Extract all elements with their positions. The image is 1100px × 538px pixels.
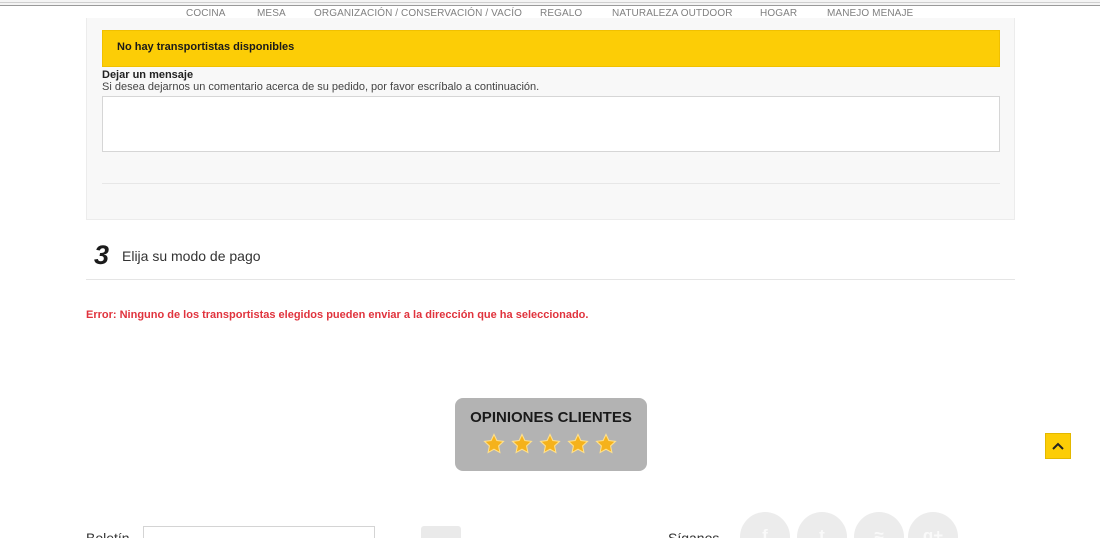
star-icon — [567, 433, 589, 454]
star-icon — [539, 433, 561, 454]
message-title: Dejar un mensaje — [102, 69, 194, 81]
step-label: Elija su modo de pago — [122, 248, 261, 264]
facebook-icon[interactable]: f — [740, 512, 790, 538]
follow-us-label: Síganos — [668, 530, 720, 538]
no-carrier-alert: No hay transportistas disponibles — [102, 30, 1000, 67]
newsletter-label: Boletín — [86, 530, 130, 538]
panel-divider — [102, 183, 1000, 184]
star-icon — [483, 433, 505, 454]
alert-text: No hay transportistas disponibles — [117, 41, 295, 53]
star-icon — [511, 433, 533, 454]
rss-icon[interactable]: ≈ — [854, 512, 904, 538]
chevron-up-icon — [1052, 442, 1064, 450]
newsletter-email-input[interactable] — [143, 526, 375, 538]
google-plus-icon[interactable]: g+ — [908, 512, 958, 538]
step-number: 3 — [94, 240, 110, 270]
star-icon — [595, 433, 617, 454]
twitter-icon[interactable]: t — [797, 512, 847, 538]
message-textarea[interactable] — [102, 96, 1000, 152]
scroll-to-top-button[interactable] — [1045, 433, 1071, 459]
newsletter-submit-button[interactable] — [421, 526, 461, 538]
rating-stars — [483, 433, 619, 457]
carrier-panel: No hay transportistas disponibles Dejar … — [86, 18, 1015, 220]
customer-reviews-badge[interactable]: OPINIONES CLIENTES — [455, 398, 647, 471]
message-help-text: Si desea dejarnos un comentario acerca d… — [102, 81, 540, 93]
reviews-title: OPINIONES CLIENTES — [470, 409, 632, 426]
payment-error-message: Error: Ninguno de los transportistas ele… — [86, 309, 589, 321]
step-divider — [86, 279, 1015, 280]
